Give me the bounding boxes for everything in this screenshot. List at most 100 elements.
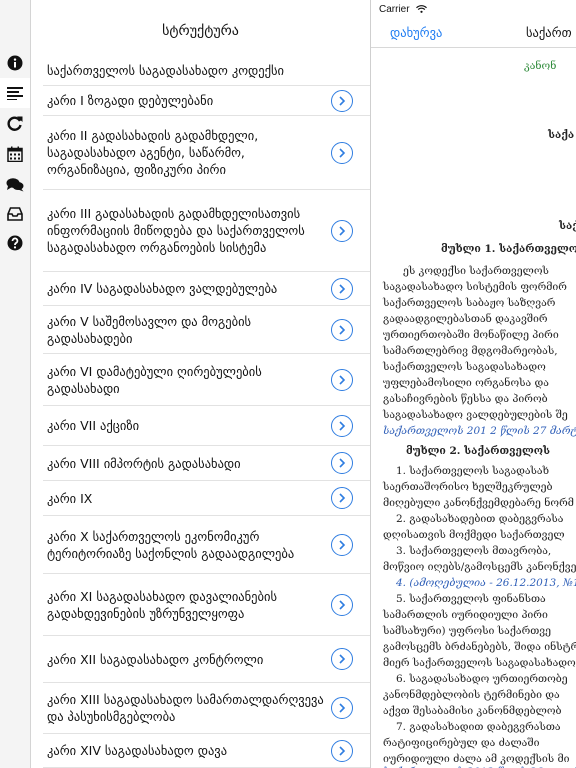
document-pane: Carrier დახურვა საქართ კანონ საქა საქ მუხლი… [370,0,576,768]
refresh-button[interactable] [0,108,30,138]
info-button[interactable] [0,48,30,78]
chevron-right-icon[interactable] [331,414,353,437]
structure-item[interactable]: კარი VII აქციზი [43,406,370,446]
chevron-right-icon[interactable] [331,368,353,391]
chevron-right-icon[interactable] [331,277,353,300]
chevron-right-icon[interactable] [331,452,353,474]
close-button[interactable]: დახურვა [390,25,442,40]
structure-item-label: საქართველოს საგადასახადო კოდექსი [47,63,285,78]
document-text-line: 3. საქართველოს მთავრობა, [396,545,552,557]
document-text-line: მიერ საქართველოს საგადასახადო [383,657,576,669]
info-icon [7,55,23,71]
document-text-line: საქართველოს 201 2 წლის 27 მარტის [383,425,576,437]
document-text-line: მიღებული კანონქვემდებარე ნორმ [383,497,574,509]
inbox-button[interactable] [0,199,30,229]
document-text-line: დღისათვის მოქმედი საქართველ [383,529,565,541]
document-text-line: 2. გადასახადებით დაბეგვრასა [396,513,564,525]
structure-item-label: კარი I ზოგადი დებულებანი [47,93,214,108]
structure-item[interactable]: კარი II გადასახადის გადამხდელი, საგადასა… [43,116,370,190]
structure-item-label: კარი XII საგადასახადო კონტროლი [47,651,264,667]
structure-button[interactable] [0,78,30,108]
document-body[interactable]: კანონ საქა საქ მუხლი 1. საქართველოს ეს კოდექ… [371,48,576,768]
structure-item[interactable]: კარი VI დამატებული ღირებულების გადასახად… [43,354,370,406]
chevron-right-icon[interactable] [331,141,353,164]
document-text-line: მუხლი 2. საქართველოს [406,445,550,457]
chevron-right-icon[interactable] [331,89,353,112]
refresh-icon [7,116,23,131]
document-text-line: მოწვიო იღებს/გამოსცემს კანონქვე [383,561,576,573]
comments-button[interactable] [0,169,30,199]
status-bar: Carrier [371,0,576,18]
inbox-icon [7,207,23,221]
document-text-line: საგადასახადო ვალდებულების შე [383,409,568,421]
structure-item-label: კარი VIII იმპორტის გადასახადი [47,455,241,471]
document-text-line: 7. გადასახადით დაბეგვრასთა [396,721,561,733]
structure-item-label: კარი VII აქციზი [47,418,140,433]
structure-item[interactable]: კარი IV საგადასახადო ვალდებულება [43,272,370,306]
structure-item-label: კარი X საქართველოს ეკონომიკურ ტერიტორიაზ… [47,528,295,561]
structure-item[interactable]: კარი V საშემოსავლო და მოგების გადასახადე… [43,306,370,354]
structure-item-label: კარი XIV საგადასახადო დავა [47,743,228,758]
chevron-right-icon[interactable] [331,593,353,616]
document-text-line: სამსახური) უფროსი საქართვე [383,625,552,637]
structure-item[interactable]: კარი X საქართველოს ეკონომიკურ ტერიტორიაზ… [43,516,370,574]
document-text-line: 6. საგადასახადო ურთიერთობე [396,673,568,685]
toolbar-rail [0,0,31,768]
structure-item[interactable]: კარი VIII იმპორტის გადასახადი [43,446,370,481]
document-text-line: ეს კოდექსი საქართველოს [403,265,549,277]
structure-item-label: კარი VI დამატებული ღირებულების გადასახად… [47,363,262,396]
document-text-line: გამოსცემს ბრძანებებს, შიდა ინსტრ [383,641,576,653]
help-button[interactable] [0,228,30,258]
carrier-label: Carrier [379,3,410,15]
structure-item[interactable]: კარი XIV საგადასახადო დავა [43,734,370,768]
structure-item-label: კარი XI საგადასახადო დავალიანების გადახდ… [47,588,277,621]
document-text-line: რატიფიცირებულ და ძალაში [383,737,540,749]
document-text-line: კანონმდებლობის ტერმინები და [383,689,560,701]
document-text-line: სამართლის იურიდიული პირი [383,609,548,621]
structure-item[interactable]: კარი I ზოგადი დებულებანი [43,86,370,116]
document-text-line: ურთიერთობაში მონაწილე პირი [383,329,559,341]
structure-item-label: კარი IV საგადასახადო ვალდებულება [47,281,278,296]
document-text-line: უფლებამოსილი ორგანოსა და [383,377,549,389]
structure-item[interactable]: კარი XIII საგადასახადო სამართალდარღვევა … [43,683,370,734]
chevron-right-icon[interactable] [331,697,353,719]
wifi-icon [415,5,427,13]
chevron-right-icon[interactable] [331,318,353,341]
document-text-line: საქ [559,220,576,232]
document-text-line: 5. საქართველოს ფინანსთა [396,593,546,605]
structure-item[interactable]: კარი XI საგადასახადო დავალიანების გადახდ… [43,574,370,636]
document-text-line: საქა [548,129,575,141]
document-text-line: საერთაშორისო ხელშეკრულებ [383,481,553,493]
calendar-button[interactable] [0,139,30,169]
chevron-right-icon[interactable] [331,739,353,762]
structure-item-label: კარი III გადასახადის გადამხდელისათვის ინ… [47,206,305,255]
help-icon [7,235,23,251]
structure-item[interactable]: კარი XII საგადასახადო კონტროლი [43,636,370,683]
document-text-line: იურიდიული ძალა ამ კოდექსის მი [383,753,570,765]
comments-icon [6,177,24,191]
document-text-line: გასაჩივრების წესსა და პირობ [383,393,548,405]
document-text-line: საქართველოს საგადასახადო [383,361,546,373]
structure-item[interactable]: საქართველოს საგადასახადო კოდექსი [43,56,370,86]
structure-item-label: კარი V საშემოსავლო და მოგების გადასახადე… [47,313,252,346]
structure-item[interactable]: კარი IX [43,481,370,516]
structure-panel: სტრუქტურა საქართველოს საგადასახადო კოდექ… [31,0,370,768]
structure-item[interactable]: კარი III გადასახადის გადამხდელისათვის ინ… [43,190,370,272]
document-text-line: 4. (ამოღებულია - 26.12.2013, №1 [396,577,576,589]
document-text-line: სამართლებრივ მდგომარეობას, [383,345,558,357]
document-text-line: გადაადგილებასთან დაკავშირ [383,313,548,325]
document-text-line: საგადასახადო სისტემის ფორმირ [383,281,567,293]
chevron-right-icon[interactable] [331,487,353,509]
document-text-line: საქართველოს საბაჟო საზღვარ [383,297,556,309]
chevron-right-icon[interactable] [331,219,353,242]
structure-item-label: კარი IX [47,490,93,506]
document-text-line: აქვთ შესაბამისი კანონმდებლობ [383,705,562,717]
structure-item-label: კარი II გადასახადის გადამხდელი, საგადასა… [47,128,259,177]
document-text-line: მუხლი 1. საქართველოს [441,243,576,255]
chevron-right-icon[interactable] [331,533,353,556]
document-text-line: კანონ [524,60,557,72]
document-navbar: დახურვა საქართ [371,18,576,48]
panel-title: სტრუქტურა [162,23,239,39]
chevron-right-icon[interactable] [331,648,353,670]
document-text-line: 1. საქართველოს საგადასახ [396,465,550,477]
